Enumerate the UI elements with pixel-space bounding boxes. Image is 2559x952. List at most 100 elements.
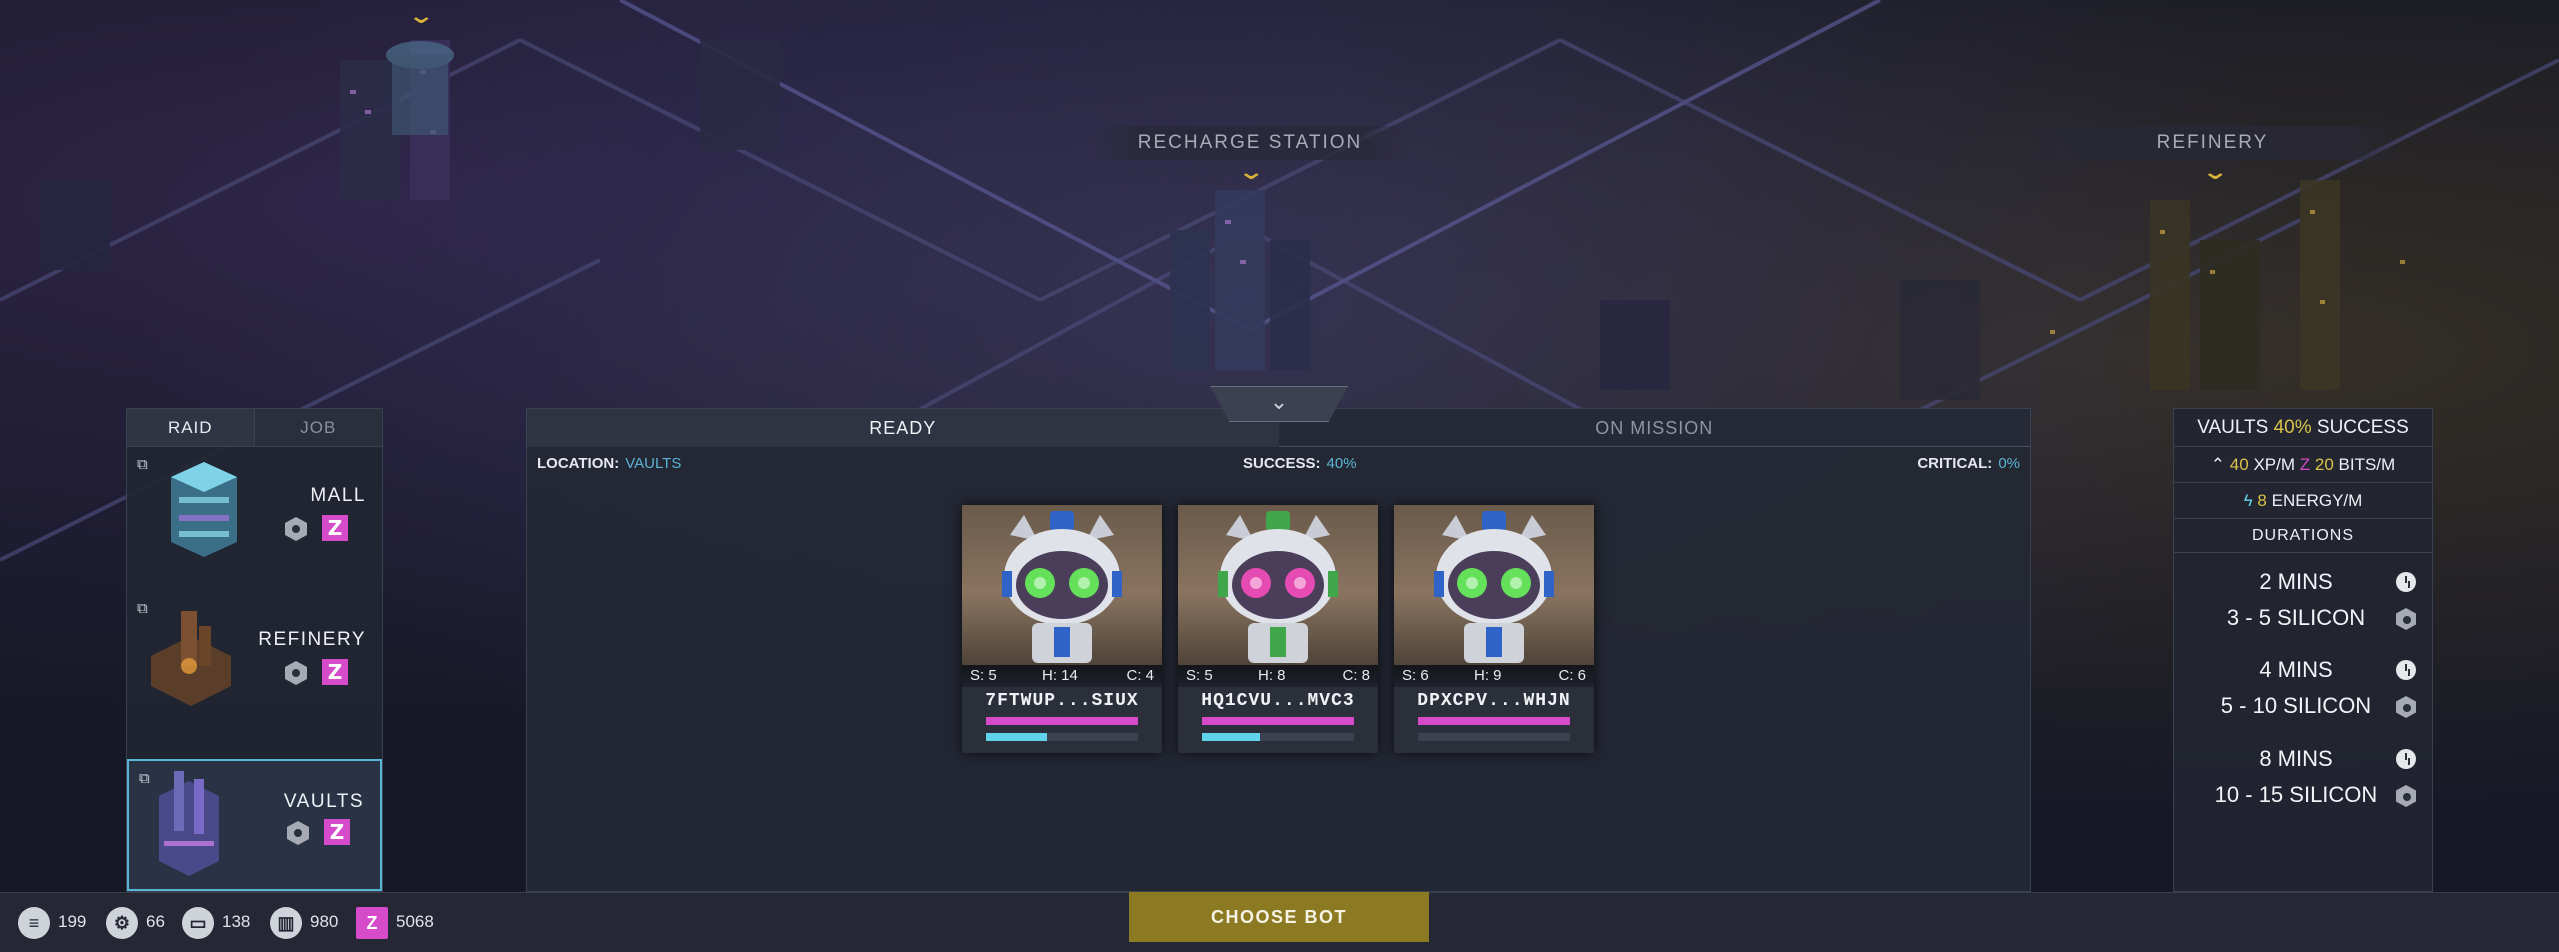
health-bar bbox=[986, 717, 1138, 725]
critical-value: 0% bbox=[1998, 455, 2020, 472]
bot-stat-h: H: 14 bbox=[1042, 667, 1078, 684]
location-name: REFINERY bbox=[258, 629, 366, 650]
silicon-icon bbox=[285, 661, 307, 685]
location-name: MALL bbox=[310, 485, 366, 506]
duration-time: 4 MINS bbox=[2259, 657, 2333, 682]
energy-bar bbox=[986, 733, 1138, 741]
robot-avatar-icon bbox=[1218, 511, 1338, 663]
tab-job[interactable]: JOB bbox=[254, 409, 382, 446]
duration-option-1[interactable]: 4 MINS 5 - 10 SILICON bbox=[2174, 657, 2432, 737]
bits-icon: Z bbox=[356, 907, 388, 939]
energy-bar-fill bbox=[1202, 733, 1260, 741]
bits-icon: Z bbox=[322, 515, 348, 541]
external-link-icon[interactable]: ⧉ bbox=[137, 455, 148, 473]
choose-bot-button[interactable]: CHOOSE BOT bbox=[1129, 892, 1429, 942]
tab-on-mission[interactable]: ON MISSION bbox=[1278, 409, 2030, 447]
location-panel: RAID JOB ⧉ MALL Z ⧉ REFINERY Z ⧉ VAULTS … bbox=[126, 408, 383, 892]
bot-stats: S: 5 H: 8 C: 8 bbox=[1178, 665, 1378, 687]
collapse-panel-button[interactable]: ⌄ bbox=[1210, 386, 1348, 422]
success-value: 40% bbox=[1326, 455, 1357, 472]
bits-value: 20 bbox=[2314, 455, 2334, 474]
resource-value: 5068 bbox=[396, 912, 434, 931]
map-marker-chevron: ⌄ bbox=[407, 4, 436, 29]
critical-label: CRITICAL: bbox=[1917, 455, 1993, 472]
bot-card[interactable]: S: 6 H: 9 C: 6 DPXCPV...WHJN bbox=[1394, 505, 1594, 753]
bot-id: DPXCPV...WHJN bbox=[1417, 691, 1571, 711]
bot-stat-c: C: 8 bbox=[1342, 667, 1370, 684]
bot-stat-s: S: 5 bbox=[970, 667, 997, 684]
gear-icon: ⚙ bbox=[106, 907, 138, 939]
critical-stat: CRITICAL: 0% bbox=[1917, 455, 2020, 472]
health-bar-fill bbox=[1202, 717, 1354, 725]
location-card-vaults[interactable]: ⧉ VAULTS Z bbox=[127, 759, 382, 891]
energy-bar bbox=[1202, 733, 1354, 741]
energy-bar-fill bbox=[986, 733, 1047, 741]
bot-card[interactable]: S: 5 H: 14 C: 4 7FTWUP...SIUX bbox=[962, 505, 1162, 753]
duration-option-0[interactable]: 2 MINS 3 - 5 SILICON bbox=[2174, 569, 2432, 649]
map-label-refinery[interactable]: REFINERY bbox=[2020, 126, 2405, 160]
bot-id: HQ1CVU...MVC3 bbox=[1201, 691, 1355, 711]
health-bar bbox=[1202, 717, 1354, 725]
xp-bits-rate: ⌃ 40 XP/M Z 20 BITS/M bbox=[2174, 447, 2432, 483]
location-stat: LOCATION: VAULTS bbox=[537, 455, 681, 472]
refinery-building-icon bbox=[151, 611, 231, 706]
mission-info-panel: VAULTS 40% SUCCESS ⌃ 40 XP/M Z 20 BITS/M… bbox=[2173, 408, 2433, 892]
robot-avatar-icon bbox=[1002, 511, 1122, 663]
bot-stat-s: S: 5 bbox=[1186, 667, 1213, 684]
xp-value: 40 bbox=[2229, 455, 2249, 474]
duration-time: 2 MINS bbox=[2259, 569, 2333, 594]
bot-portrait bbox=[1178, 505, 1378, 665]
bot-stat-c: C: 4 bbox=[1126, 667, 1154, 684]
lightning-icon: ϟ bbox=[2243, 491, 2253, 510]
location-card-refinery[interactable]: ⧉ REFINERY Z bbox=[127, 591, 382, 735]
energy-bar bbox=[1418, 733, 1570, 741]
tab-ready[interactable]: READY bbox=[527, 409, 1279, 447]
silicon-icon bbox=[285, 517, 307, 541]
tab-raid[interactable]: RAID bbox=[127, 409, 255, 446]
success-label: SUCCESS: bbox=[1243, 455, 1321, 472]
resource-value: 980 bbox=[310, 912, 339, 931]
resource-value: 199 bbox=[58, 912, 87, 931]
durations-heading: DURATIONS bbox=[2174, 519, 2432, 553]
bot-portrait bbox=[962, 505, 1162, 665]
vaults-building-icon bbox=[159, 771, 219, 876]
duration-time: 8 MINS bbox=[2259, 746, 2333, 771]
resource-scrap: ▥ 980 bbox=[270, 904, 350, 942]
map-label-recharge-station[interactable]: RECHARGE STATION bbox=[1090, 126, 1410, 160]
location-label: LOCATION: bbox=[537, 455, 620, 472]
clock-icon bbox=[2396, 572, 2416, 592]
resource-silicon: ≡ 199 bbox=[18, 904, 98, 942]
bits-icon: Z bbox=[2299, 455, 2311, 474]
bits-icon: Z bbox=[322, 659, 348, 685]
health-bar-fill bbox=[986, 717, 1138, 725]
mission-title: VAULTS 40% SUCCESS bbox=[2174, 409, 2432, 447]
bot-stats: S: 6 H: 9 C: 6 bbox=[1394, 665, 1594, 687]
double-chevron-up-icon: ⌃ bbox=[2210, 455, 2226, 474]
bot-stat-c: C: 6 bbox=[1558, 667, 1586, 684]
title-location: VAULTS bbox=[2197, 417, 2269, 438]
database-icon: ≡ bbox=[18, 907, 50, 939]
resource-value: 138 bbox=[222, 912, 251, 931]
bits-icon: Z bbox=[324, 819, 350, 845]
chevron-down-icon: ⌄ bbox=[2201, 160, 2230, 185]
trash-icon: ▥ bbox=[270, 907, 302, 939]
location-card-mall[interactable]: ⧉ MALL Z bbox=[127, 447, 382, 591]
chevron-down-icon: ⌄ bbox=[1237, 160, 1266, 185]
duration-option-2[interactable]: 8 MINS 10 - 15 SILICON bbox=[2174, 746, 2432, 826]
energy-value: 8 bbox=[2257, 491, 2267, 510]
bot-stat-s: S: 6 bbox=[1402, 667, 1429, 684]
bot-card[interactable]: S: 5 H: 8 C: 8 HQ1CVU...MVC3 bbox=[1178, 505, 1378, 753]
robot-avatar-icon bbox=[1434, 511, 1554, 663]
chip-icon: ▭ bbox=[182, 907, 214, 939]
bot-stats: S: 5 H: 14 C: 4 bbox=[962, 665, 1162, 687]
resource-value: 66 bbox=[146, 912, 165, 931]
duration-reward: 5 - 10 SILICON bbox=[2220, 693, 2372, 718]
silicon-icon bbox=[287, 821, 309, 845]
location-tabs: RAID JOB bbox=[127, 409, 382, 447]
bot-id: 7FTWUP...SIUX bbox=[985, 691, 1139, 711]
mall-building-icon bbox=[171, 462, 237, 557]
success-stat: SUCCESS: 40% bbox=[1243, 455, 1357, 472]
title-success-pct: 40% bbox=[2273, 417, 2312, 438]
bot-portrait bbox=[1394, 505, 1594, 665]
energy-unit: ENERGY/M bbox=[2271, 491, 2363, 510]
